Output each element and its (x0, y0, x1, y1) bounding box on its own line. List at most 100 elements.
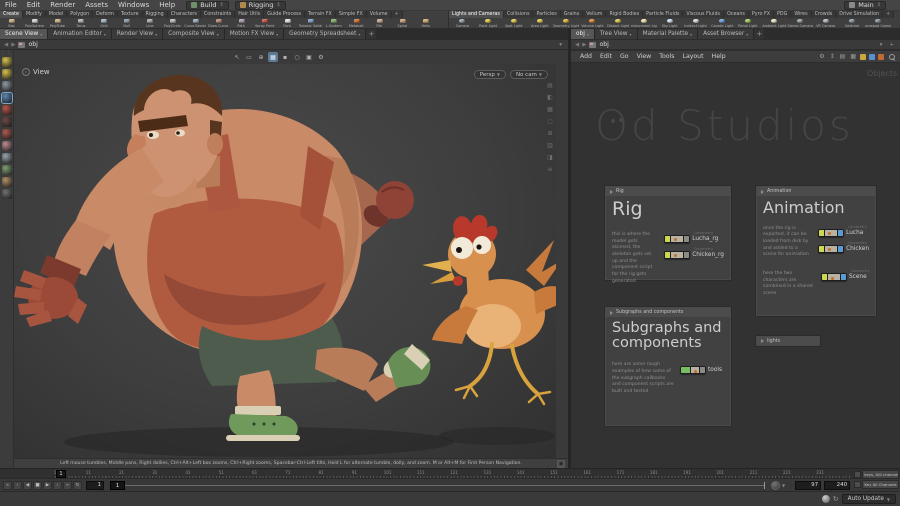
shelf-tab[interactable]: Oceans (724, 11, 749, 18)
viewport-tool-icon[interactable]: ⚙ (316, 52, 326, 62)
shelf-tool[interactable]: Volume Light (579, 18, 605, 28)
shelf-tool[interactable]: Switcher (839, 18, 865, 28)
camera-pill[interactable]: No cam ▼ (509, 70, 548, 79)
pane-tab[interactable]: Motion FX View ▾ (224, 29, 285, 39)
refresh-icon[interactable]: ↻ (833, 495, 839, 503)
shelf-tool[interactable]: L-System (322, 18, 345, 28)
dot-tool-icon[interactable] (878, 53, 884, 60)
auto-update-selector[interactable]: Auto Update ▼ (841, 494, 896, 504)
shelf-tool[interactable]: Geometry Light (553, 18, 579, 28)
new-pane-tab-button[interactable]: + (754, 29, 765, 39)
shelf-tool[interactable]: PolySphere (23, 18, 46, 28)
tool-icon[interactable] (1, 129, 12, 139)
shelf-tab[interactable]: Crowds (811, 11, 837, 18)
shelf-tab[interactable]: Guide Process (264, 11, 306, 18)
network-box-title-bar[interactable]: Subgraphs and components (606, 308, 730, 317)
shelf-tool[interactable]: Torus (69, 18, 92, 28)
node-shape[interactable] (818, 228, 845, 237)
viewport-tool-icon[interactable]: ▪ (280, 52, 290, 62)
help-bar-button[interactable]: ▣ (557, 460, 565, 468)
frame-slider-handle[interactable]: 1 (110, 480, 125, 490)
shelf-tool[interactable]: Caustic Light (709, 18, 735, 28)
shelf-tool[interactable]: Ambient Light (761, 18, 787, 28)
node-shape[interactable] (664, 250, 691, 259)
node-name[interactable]: Lucha (846, 230, 863, 236)
viewport-tool-icon[interactable]: ▣ (304, 52, 314, 62)
shelf-tab[interactable]: Texture (117, 11, 143, 18)
node-shape[interactable] (680, 366, 706, 375)
start-frame-field[interactable]: 1 (86, 480, 104, 490)
shelf-tool[interactable]: File (368, 18, 391, 28)
tool-icon[interactable] (1, 105, 12, 115)
shelf-tool[interactable]: Draw Curve (207, 18, 230, 28)
shelf-tab[interactable]: Volume (366, 11, 392, 18)
new-pane-tab-button[interactable]: + (366, 29, 377, 39)
display-option-icon[interactable]: ○ (547, 118, 552, 125)
toolset-selector[interactable]: Rigging ↕ (234, 0, 286, 10)
network-box-title-bar[interactable]: lights (757, 337, 819, 345)
shelf-tool[interactable]: Spot Light (501, 18, 527, 28)
grid-view-icon[interactable]: ▦ (848, 53, 858, 60)
shelf-tool[interactable]: Line (138, 18, 161, 28)
pane-tab-menu-icon[interactable]: ▾ (40, 32, 42, 37)
display-option-icon[interactable]: ⊞ (547, 130, 552, 137)
shelf-tool[interactable]: Gamepad Camera (865, 18, 891, 28)
network-editor-canvas[interactable]: Objects Od Studios Rig Rig this is where… (571, 63, 900, 468)
pane-tab[interactable]: Asset Browser ▾ (698, 29, 755, 39)
forward-icon[interactable]: ▶ (582, 42, 586, 48)
shelf-tab[interactable]: Hair Utils (235, 11, 265, 18)
sticky-note-icon[interactable] (860, 53, 866, 60)
node-name[interactable]: Scene (849, 274, 867, 280)
shelf-tool[interactable]: Sky Light (657, 18, 683, 28)
path-dropdown-icon[interactable]: ▾ (557, 42, 564, 48)
collapse-arrow-icon[interactable] (761, 189, 764, 194)
back-icon[interactable]: ◀ (575, 42, 579, 48)
shelf-tab[interactable]: Terrain FX (305, 11, 336, 18)
shelf-tab[interactable]: Rigging (142, 11, 168, 18)
key-icon[interactable] (854, 481, 861, 488)
shelf-tab[interactable]: Wires (791, 11, 812, 18)
node-name[interactable]: tools (708, 367, 722, 373)
menu-item[interactable]: File (0, 1, 22, 9)
shelf-tool[interactable]: Indirect Light (683, 18, 709, 28)
transport-button[interactable]: ‹ (13, 480, 22, 490)
shelf-tab[interactable]: Particle Fluids (643, 11, 684, 18)
shelf-tool[interactable]: Platonic Solids (299, 18, 322, 28)
display-option-icon[interactable]: ◧ (547, 94, 553, 101)
network-box-subgraphs[interactable]: Subgraphs and components Subgraphs and c… (605, 307, 731, 426)
shelf-tab[interactable]: Rigid Bodies (606, 11, 644, 18)
node-shape[interactable] (821, 273, 847, 282)
tool-icon[interactable] (1, 57, 12, 67)
shelf-tab[interactable]: Particles (533, 11, 561, 18)
viewport-tool-icon[interactable]: ○ (292, 52, 302, 62)
network-menu-item[interactable]: Layout (679, 53, 708, 60)
main-desktop-selector[interactable]: Main ↕ (844, 0, 886, 10)
shelf-tab[interactable]: Viscous Fluids (683, 11, 725, 18)
node[interactable]: Geometry Chicken (818, 240, 869, 253)
display-option-icon[interactable]: ◨ (547, 154, 553, 161)
shelf-tab[interactable]: Deform (93, 11, 118, 18)
node[interactable]: Geometry Chicken_rg (664, 246, 724, 259)
collapse-arrow-icon[interactable] (761, 339, 764, 343)
tool-icon[interactable] (1, 117, 12, 127)
pane-tab[interactable]: Geometry Spreadsheet ▾ (284, 29, 367, 39)
shelf-tab[interactable]: Vellum (583, 11, 607, 18)
pane-tab[interactable]: Animation Editor ▾ (48, 29, 112, 39)
network-menu-item[interactable]: Go (616, 53, 633, 60)
tool-icon[interactable] (1, 141, 12, 151)
shelf-tab[interactable]: Simple FX (335, 11, 367, 18)
node-shape[interactable] (664, 234, 691, 243)
menu-item[interactable]: Windows (113, 1, 154, 9)
tool-icon[interactable] (0, 92, 13, 104)
viewport-tool-icon[interactable]: ⊕ (256, 52, 266, 62)
network-box-lights[interactable]: lights (756, 336, 820, 346)
tool-icon[interactable] (1, 177, 12, 187)
shelf-tool[interactable]: Point Light (475, 18, 501, 28)
render-sphere-icon[interactable] (821, 495, 830, 503)
transport-button[interactable]: » (63, 480, 72, 490)
viewport-canvas[interactable]: View Persp ▼ No cam ▼ ▤ ◧ ▦ ○ ⊞ ▥ ◨ ≡ (14, 64, 556, 458)
network-menu-item[interactable]: Help (708, 53, 730, 60)
shelf-tab[interactable]: Create (0, 11, 23, 18)
shelf-tab[interactable]: Grains (560, 11, 584, 18)
spinner-icon[interactable]: ↕ (220, 2, 224, 8)
